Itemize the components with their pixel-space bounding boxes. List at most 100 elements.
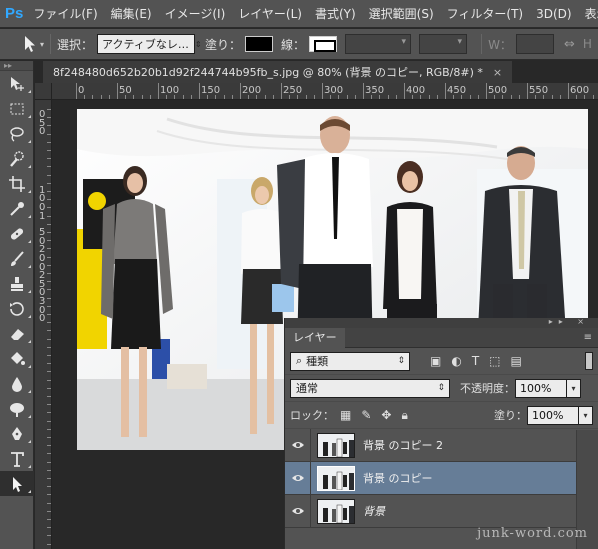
brush-tool-icon[interactable] [0, 246, 34, 271]
menu-filter[interactable]: フィルター(T) [447, 5, 523, 22]
path-selection-tool-icon[interactable] [22, 35, 38, 53]
blend-mode-dropdown[interactable]: 通常 ⇕ [290, 378, 450, 398]
type-tool-icon[interactable] [0, 446, 34, 471]
eyedropper-tool-icon[interactable] [0, 196, 34, 221]
fill-label: 塗り： [494, 409, 527, 422]
ruler-tick [47, 461, 51, 463]
tab-layers[interactable]: レイヤー [285, 328, 345, 348]
layer-name[interactable]: 背景 のコピー [363, 470, 433, 486]
menu-edit[interactable]: 編集(E) [111, 5, 152, 22]
ruler-tick [346, 95, 348, 99]
layer-name[interactable]: 背景 のコピー 2 [363, 437, 443, 453]
menu-file[interactable]: ファイル(F) [33, 5, 97, 22]
fill-value: 100% [532, 408, 564, 422]
quick-selection-tool-icon[interactable] [0, 146, 34, 171]
blur-tool-icon[interactable] [0, 371, 34, 396]
lock-position-icon[interactable]: ✥ [381, 408, 391, 423]
layer-name[interactable]: 背景 [363, 503, 385, 519]
fill-dropdown-icon[interactable]: ▾ [579, 405, 593, 425]
type-filter-icon[interactable]: T [472, 354, 479, 368]
menu-image[interactable]: イメージ(I) [165, 5, 226, 22]
search-icon: ⌕ [296, 354, 303, 367]
photoshop-logo[interactable]: Ps [5, 3, 23, 25]
history-brush-tool-icon[interactable] [0, 296, 34, 321]
menu-select[interactable]: 選択範囲(S) [369, 5, 434, 22]
ruler-tick [47, 273, 51, 274]
ruler-tick [240, 83, 241, 99]
opacity-dropdown-icon[interactable]: ▾ [567, 378, 581, 398]
ruler-tick [47, 404, 51, 406]
ruler-tick [576, 95, 578, 99]
width-field[interactable] [515, 34, 554, 54]
vertical-ruler[interactable]: 050100150200250300 [35, 100, 52, 549]
healing-brush-tool-icon[interactable] [0, 221, 34, 246]
ruler-tick [47, 248, 51, 250]
layer-thumbnail [317, 465, 355, 491]
fill-field[interactable]: 100% [527, 405, 579, 425]
ruler-tick [190, 95, 192, 99]
ruler-tick [518, 95, 520, 99]
ruler-tick [76, 83, 77, 99]
stroke-color-swatch[interactable] [309, 36, 338, 52]
ruler-tick [535, 95, 537, 99]
panel-menu-icon[interactable]: ≡ [584, 332, 592, 343]
lock-fill-row: ロック： ▦ ✎ ✥ 🔒︎ 塗り： 100% ▾ [285, 402, 598, 429]
visibility-eye-icon[interactable] [285, 494, 311, 528]
crop-tool-icon[interactable] [0, 171, 34, 196]
marquee-tool-icon[interactable] [0, 96, 34, 121]
ruler-tick [100, 95, 102, 99]
layer-row-background[interactable]: 背景 🔒︎ [285, 494, 598, 528]
layer-row-copy-2[interactable]: 背景 のコピー 2 [285, 428, 598, 462]
horizontal-ruler[interactable]: 0 50 100 150 200 250 300 350 400 450 500 550 600 [52, 83, 598, 100]
clone-stamp-tool-icon[interactable] [0, 271, 34, 296]
document-tab[interactable]: 8f248480d652b20b1d92f244744b95fb_s.jpg @… [43, 61, 513, 83]
ruler-tick [47, 256, 51, 258]
visibility-eye-icon[interactable] [285, 461, 311, 495]
eraser-tool-icon[interactable] [0, 321, 34, 346]
ruler-tick [207, 95, 209, 99]
layer-filter-dropdown[interactable]: ⌕ 種類 ⇕ [290, 351, 410, 371]
stroke-style-dropdown[interactable] [419, 34, 468, 54]
ruler-tick [371, 95, 373, 99]
path-selection-tool-icon[interactable] [0, 471, 34, 496]
menu-view[interactable]: 表示( [585, 5, 598, 22]
paint-bucket-tool-icon[interactable] [0, 346, 34, 371]
separator [50, 34, 52, 54]
adjustment-filter-icon[interactable]: ◐ [451, 354, 461, 368]
collapse-grip-icon[interactable]: ▸▸ [0, 61, 33, 71]
select-mode-dropdown[interactable]: アクティブなレ… ⇕ [97, 34, 202, 54]
ruler-tick [47, 355, 51, 356]
close-icon[interactable]: × [493, 66, 502, 79]
tool-preset-dropdown-icon[interactable]: ▾ [40, 40, 44, 49]
ruler-tick [47, 297, 51, 299]
ruler-origin[interactable] [35, 83, 52, 100]
lasso-tool-icon[interactable] [0, 121, 34, 146]
stroke-width-field[interactable] [345, 34, 412, 54]
menu-3d[interactable]: 3D(D) [536, 7, 571, 21]
pixel-filter-icon[interactable]: ▣ [430, 354, 441, 368]
menu-layer[interactable]: レイヤー(L) [238, 5, 302, 22]
opacity-field[interactable]: 100% [515, 378, 567, 398]
ruler-label: 100 [160, 85, 180, 96]
pen-tool-icon[interactable] [0, 421, 34, 446]
ruler-tick [543, 95, 545, 99]
link-icon[interactable]: ⇔ [564, 37, 575, 52]
select-label: 選択： [57, 37, 94, 52]
lock-all-icon[interactable]: 🔒︎ [401, 408, 407, 423]
move-tool-icon[interactable] [0, 71, 34, 96]
shape-filter-icon[interactable]: ⬚ [489, 354, 500, 368]
ruler-tick [420, 95, 422, 99]
lock-paint-icon[interactable]: ✎ [361, 408, 371, 423]
smart-object-filter-icon[interactable]: ▤ [511, 354, 522, 368]
ruler-label: 600 [570, 85, 590, 96]
filter-toggle[interactable] [585, 352, 593, 370]
fill-color-swatch[interactable] [245, 36, 274, 52]
layer-row-copy[interactable]: 背景 のコピー [285, 461, 598, 495]
ruler-tick [47, 338, 51, 340]
ruler-tick [47, 314, 51, 315]
lock-transparency-icon[interactable]: ▦ [340, 408, 351, 423]
collapse-close-icon[interactable]: ▸▸ × [549, 317, 590, 326]
visibility-eye-icon[interactable] [285, 428, 311, 462]
menu-type[interactable]: 書式(Y) [315, 5, 356, 22]
dodge-tool-icon[interactable] [0, 396, 34, 421]
